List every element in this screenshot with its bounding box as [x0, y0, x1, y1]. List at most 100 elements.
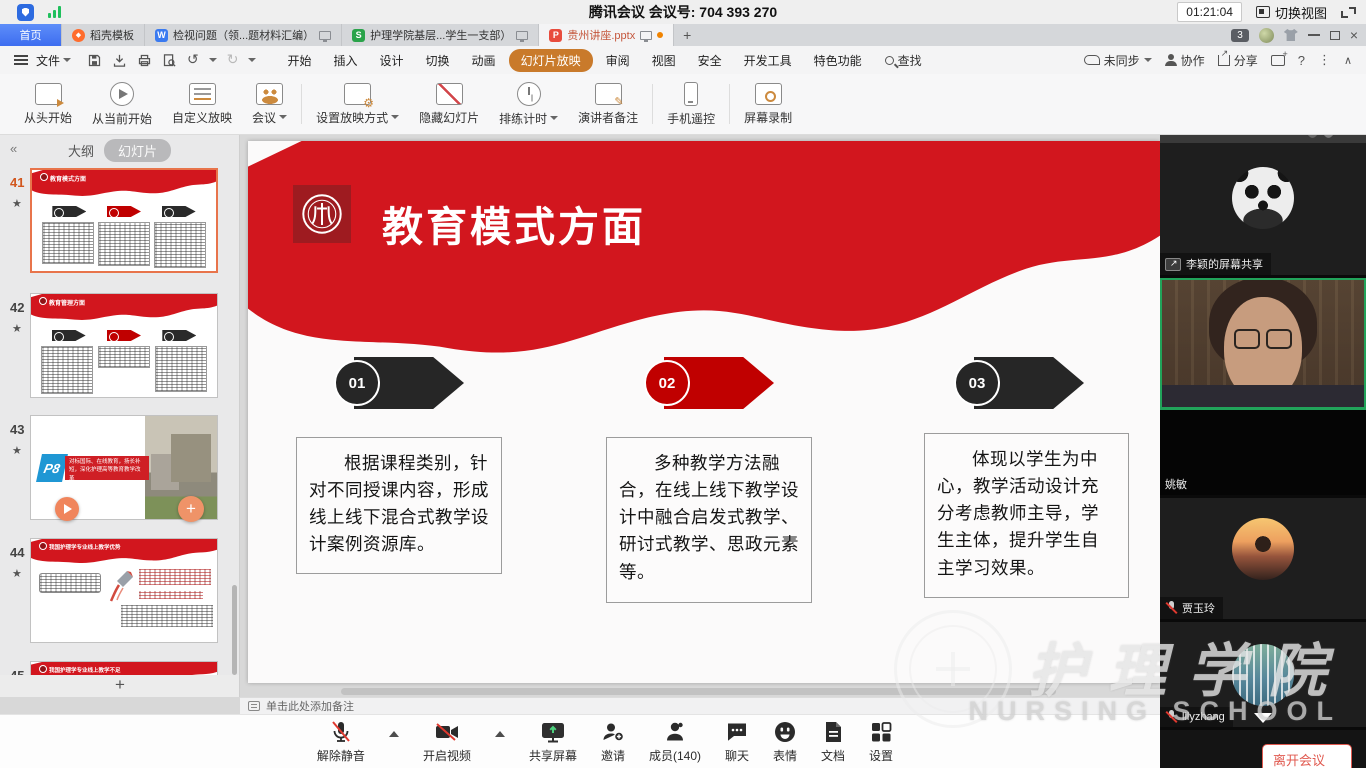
settings-button[interactable]: 设置 — [869, 720, 893, 764]
tab-security[interactable]: 安全 — [689, 49, 731, 72]
video-tile-screenshare[interactable]: 李颖的屏幕共享 — [1160, 143, 1366, 278]
tab-design[interactable]: 设计 — [371, 49, 413, 72]
text-box-1[interactable]: 根据课程类别，针对不同授课内容，形成线上线下混合式教学设计案例资源库。 — [296, 437, 502, 574]
text-box-2[interactable]: 多种教学方法融合，在线上线下教学设计中融合启发式教学、研讨式教学、思政元素等。 — [606, 437, 812, 603]
add-slide-button[interactable] — [0, 675, 240, 697]
play-from-current-button[interactable]: 从当前开始 — [82, 82, 162, 127]
arrow-step-2[interactable]: 02 — [644, 357, 774, 409]
animation-star-icon — [12, 197, 22, 210]
tab-devtools[interactable]: 开发工具 — [735, 49, 801, 72]
collapse-ribbon-icon[interactable] — [1344, 53, 1352, 67]
restore-icon[interactable] — [1330, 31, 1340, 40]
tab-review[interactable]: 审阅 — [597, 49, 639, 72]
video-tile-muted-2[interactable]: lilyzhang — [1160, 622, 1366, 730]
slide-thumbnail-44[interactable]: 我国护理学专业线上教学优势 — [30, 538, 218, 643]
tab-slideshow[interactable]: 幻灯片放映 — [509, 49, 593, 72]
switch-view-button[interactable]: 切换视图 — [1256, 3, 1327, 22]
main-menu-icon[interactable] — [14, 55, 28, 65]
tab-home[interactable]: 首页 — [0, 24, 62, 46]
slide-thumbnail-41[interactable]: 教育模式方面 — [30, 168, 218, 273]
sidebar-scrollbar[interactable] — [232, 585, 237, 675]
skin-theme-icon[interactable] — [1284, 29, 1298, 41]
chat-button[interactable]: 聊天 — [725, 720, 749, 764]
docer-icon — [72, 29, 85, 42]
unmute-button[interactable]: 解除静音 — [317, 720, 365, 764]
arrow-step-3[interactable]: 03 — [954, 357, 1084, 409]
camera-options-caret[interactable] — [495, 731, 505, 737]
tab-animation[interactable]: 动画 — [463, 49, 505, 72]
tab-start[interactable]: 开始 — [278, 49, 320, 72]
arrow-step-1[interactable]: 01 — [334, 357, 464, 409]
speech-bubble — [39, 573, 101, 593]
settings-grid-icon — [869, 720, 893, 744]
share-screen-button[interactable]: 共享屏幕 — [529, 720, 577, 764]
text-box-3[interactable]: 体现以学生为中心，教学活动设计充分考虑教师主导，学生主体，提升学生自主学习效果。 — [924, 433, 1129, 598]
scroll-down-icon[interactable] — [1254, 713, 1272, 723]
tab-presentation-current[interactable]: 贵州讲座.pptx — [539, 24, 674, 46]
writer-file-icon — [155, 29, 168, 42]
video-tile-muted[interactable]: 贾玉玲 — [1160, 498, 1366, 622]
export-icon[interactable] — [112, 53, 127, 68]
share-button[interactable]: 分享 — [1218, 52, 1258, 69]
screen-record-button[interactable]: 屏幕录制 — [734, 83, 802, 126]
sync-status[interactable]: 未同步 — [1084, 52, 1152, 69]
rehearse-timing-button[interactable]: 排练计时 — [489, 82, 568, 127]
phone-remote-button[interactable]: 手机遥控 — [657, 82, 725, 127]
phone-icon — [684, 82, 698, 106]
new-window-icon[interactable] — [1271, 55, 1285, 66]
print-icon[interactable] — [137, 53, 152, 68]
help-icon[interactable] — [1298, 53, 1305, 68]
new-tab-button[interactable] — [674, 24, 700, 46]
leave-meeting-button[interactable]: 离开会议 — [1262, 744, 1352, 768]
account-avatar[interactable] — [1259, 28, 1274, 43]
undo-icon[interactable]: ↺ — [187, 52, 199, 68]
print-preview-icon[interactable] — [162, 53, 177, 68]
mic-options-caret[interactable] — [389, 731, 399, 737]
tab-docer[interactable]: 稻壳模板 — [62, 24, 145, 46]
screen-record-icon — [755, 83, 782, 105]
tab-insert[interactable]: 插入 — [325, 49, 367, 72]
file-menu[interactable]: 文件 — [36, 52, 71, 69]
minimize-icon[interactable] — [1308, 34, 1320, 36]
start-video-button[interactable]: 开启视频 — [423, 720, 471, 764]
video-tile-speaker[interactable]: 孙宏玉 — [1160, 278, 1366, 410]
more-options-icon[interactable] — [1318, 52, 1331, 68]
slides-tab[interactable]: 幻灯片 — [104, 139, 171, 162]
sunset-avatar — [1232, 518, 1294, 580]
tab-features[interactable]: 特色功能 — [805, 49, 871, 72]
slide-title[interactable]: 教育模式方面 — [382, 193, 646, 253]
horizontal-scrollbar[interactable] — [341, 688, 1056, 695]
hide-slide-button[interactable]: 隐藏幻灯片 — [409, 83, 489, 126]
window-count-badge[interactable]: 3 — [1231, 29, 1249, 42]
new-slide-floating-button[interactable] — [178, 496, 204, 522]
redo-options-caret[interactable] — [248, 58, 256, 62]
meeting-button[interactable]: 会议 — [242, 83, 297, 126]
redo-icon[interactable]: ↻ — [227, 52, 239, 68]
slide-canvas[interactable]: 教育模式方面 01 02 03 根据课程类别，针对不同授课内容，形成线上线下混合… — [248, 141, 1160, 683]
collapse-panel-icon[interactable] — [10, 141, 17, 156]
invite-button[interactable]: 邀请 — [601, 720, 625, 764]
setup-show-button[interactable]: 设置放映方式 — [306, 83, 409, 126]
tab-view[interactable]: 视图 — [643, 49, 685, 72]
undo-options-caret[interactable] — [209, 58, 217, 62]
members-button[interactable]: 成员(140) — [649, 720, 701, 764]
speaker-notes-button[interactable]: 演讲者备注 — [568, 83, 648, 126]
tab-spreadsheet[interactable]: 护理学院基层...学生一支部） — [342, 24, 539, 46]
outline-tab[interactable]: 大纲 — [68, 141, 94, 160]
video-tile-off[interactable]: 姚敏 — [1160, 410, 1366, 498]
tab-transition[interactable]: 切换 — [417, 49, 459, 72]
wps-tab-bar: 首页 稻壳模板 检视问题（领...题材料汇编） 护理学院基层...学生一支部） … — [0, 24, 1366, 46]
close-icon[interactable] — [1350, 27, 1358, 43]
fullscreen-icon[interactable] — [1341, 5, 1356, 20]
slide-thumbnail-42[interactable]: 教育管理方面 — [30, 293, 218, 398]
search-control[interactable]: 查找 — [885, 52, 922, 69]
collaborate-button[interactable]: 协作 — [1165, 52, 1205, 69]
tab-document[interactable]: 检视问题（领...题材料汇编） — [145, 24, 342, 46]
reactions-button[interactable]: 表情 — [773, 720, 797, 764]
custom-show-button[interactable]: 自定义放映 — [162, 83, 242, 126]
play-animation-button[interactable] — [55, 497, 79, 521]
docs-button[interactable]: 文档 — [821, 720, 845, 764]
notes-bar[interactable]: 单击此处添加备注 — [240, 697, 1160, 714]
save-icon[interactable] — [87, 53, 102, 68]
play-from-start-button[interactable]: 从头开始 — [14, 83, 82, 126]
